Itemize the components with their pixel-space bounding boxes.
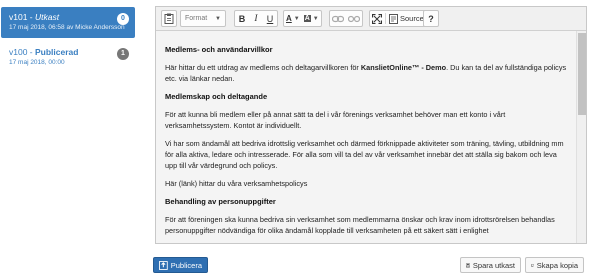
- format-select[interactable]: Format ▼: [180, 10, 226, 27]
- organization-name: KanslietOnline™ - Demo: [360, 63, 447, 72]
- version-meta: 17 maj 2018, 06:58 av Micke Andersson: [9, 24, 125, 31]
- document-paragraph: Vi har som ändamål att bedriva idrottsli…: [165, 139, 564, 170]
- background-color-button[interactable]: A ▼: [302, 11, 321, 26]
- link-button[interactable]: [330, 11, 346, 26]
- scrollbar-thumb[interactable]: [578, 33, 586, 115]
- editor-content-area[interactable]: Medlems- och användarvillkor Här hittar …: [156, 31, 586, 243]
- text-color-button[interactable]: A ▼: [284, 11, 302, 26]
- maximize-icon: [372, 13, 382, 24]
- version-title: v101 - Utkast: [9, 12, 60, 22]
- italic-button[interactable]: I: [249, 11, 263, 26]
- paste-button[interactable]: [162, 11, 176, 26]
- chevron-down-icon: ▼: [312, 15, 319, 22]
- floppy-disk-icon: [466, 263, 470, 267]
- create-copy-button[interactable]: Skapa kopia: [525, 257, 584, 273]
- version-sidebar: v101 - Utkast 17 maj 2018, 06:58 av Mick…: [0, 0, 136, 279]
- document-heading: Behandling av personuppgifter: [165, 197, 276, 206]
- version-status: Publicerad: [35, 47, 79, 57]
- document-paragraph: För att kunna bli medlem eller på annat …: [165, 110, 506, 130]
- maximize-button[interactable]: [370, 11, 384, 26]
- editor-scrollbar[interactable]: [576, 31, 586, 243]
- toolbar-group-basic-styles: B I U: [234, 10, 278, 27]
- editor-toolbar: Format ▼ B I U A ▼ A ▼ Source ?: [156, 7, 586, 31]
- source-label: Source: [400, 14, 424, 23]
- underline-button[interactable]: U: [263, 11, 277, 26]
- bold-button[interactable]: B: [235, 11, 249, 26]
- document-paragraph: Här hittar du ett utdrag av medlems och …: [165, 63, 567, 83]
- source-icon: [389, 13, 398, 24]
- version-badge: 0: [117, 13, 129, 25]
- document-paragraph: För att föreningen ska kunna bedriva sin…: [165, 215, 555, 235]
- version-item-v100[interactable]: v100 - Publicerad 17 maj 2018, 00:00 1: [1, 42, 135, 72]
- toolbar-group-links: [329, 10, 363, 27]
- document-heading: Medlemskap och deltagande: [165, 92, 268, 101]
- publish-button[interactable]: Publicera: [153, 257, 208, 273]
- chevron-down-icon: ▼: [293, 15, 300, 22]
- toolbar-group-colors: A ▼ A ▼: [283, 10, 322, 27]
- version-badge: 1: [117, 48, 129, 60]
- format-select-label: Format: [185, 15, 208, 22]
- toolbar-group-about: ?: [423, 10, 439, 27]
- publish-label: Publicera: [170, 260, 202, 270]
- version-status: Utkast: [35, 12, 60, 22]
- source-button[interactable]: Source: [387, 11, 426, 26]
- link-icon: [332, 15, 344, 22]
- document-paragraph: Här (länk) hittar du våra verksamhetspol…: [165, 179, 308, 188]
- copy-icon: [531, 263, 534, 267]
- help-button[interactable]: ?: [424, 11, 438, 26]
- save-draft-label: Spara utkast: [472, 260, 515, 270]
- create-copy-label: Skapa kopia: [536, 260, 578, 270]
- version-meta: 17 maj 2018, 00:00: [9, 59, 65, 66]
- unlink-button[interactable]: [346, 11, 362, 26]
- upload-icon: [159, 260, 168, 270]
- version-title: v100 - Publicerad: [9, 47, 79, 57]
- rich-text-editor: Format ▼ B I U A ▼ A ▼ Source ? Medlems-…: [155, 6, 587, 244]
- toolbar-separator: [385, 13, 386, 24]
- document-heading: Medlems- och användarvillkor: [165, 45, 273, 54]
- chevron-down-icon: ▼: [215, 15, 221, 22]
- document-body[interactable]: Medlems- och användarvillkor Här hittar …: [156, 31, 576, 243]
- version-item-v101[interactable]: v101 - Utkast 17 maj 2018, 06:58 av Mick…: [1, 7, 135, 38]
- paste-icon: [164, 13, 174, 24]
- save-draft-button[interactable]: Spara utkast: [460, 257, 521, 273]
- toolbar-group-clipboard: [161, 10, 177, 27]
- toolbar-group-tools: Source: [369, 10, 427, 27]
- unlink-icon: [348, 15, 360, 22]
